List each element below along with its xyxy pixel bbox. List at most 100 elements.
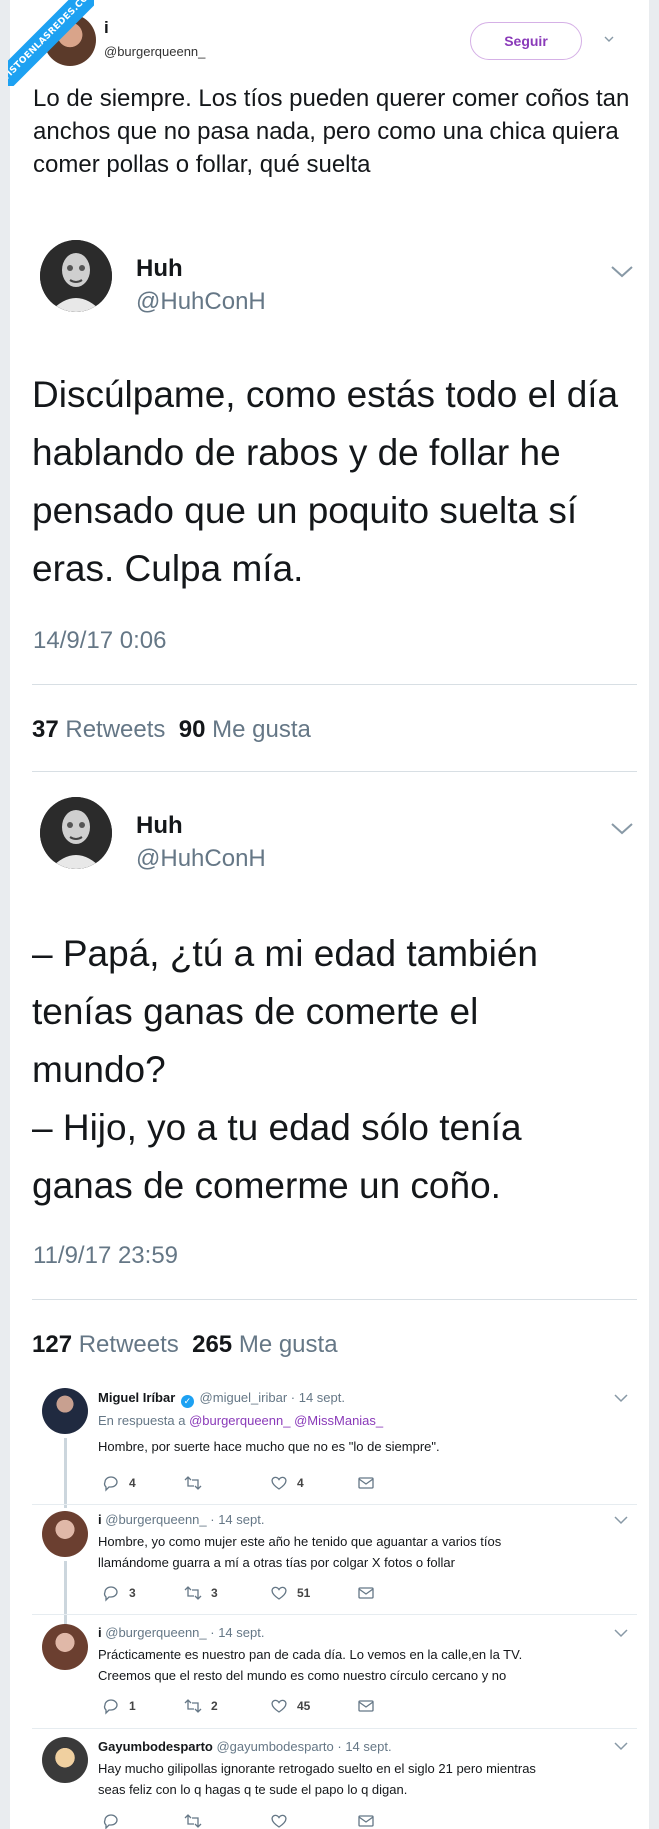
retweet-button[interactable]: 3 [184,1584,218,1602]
heart-icon [271,1699,287,1713]
portrait-icon [40,797,112,869]
reply-count: 4 [129,1476,136,1490]
tweet-date[interactable]: 14 sept. [299,1390,345,1405]
author-handle[interactable]: @miguel_iribar [200,1390,288,1405]
divider [32,684,637,685]
reply-text-line: Prácticamente es nuestro pan de cada día… [98,1647,523,1662]
reply-to: En respuesta a @burgerqueenn_ @MissMania… [98,1413,383,1428]
dm-button[interactable] [357,1812,375,1829]
author-handle[interactable]: @HuhConH [136,288,266,316]
reply-text: Hombre, yo como mujer este año he tenido… [98,1531,578,1573]
watermark-logo: VISTOENLASREDES.COM [8,0,94,86]
author-handle[interactable]: @burgerqueenn_ [105,1512,206,1527]
dm-button[interactable] [357,1697,375,1715]
tweet-date[interactable]: 14 sept. [218,1512,264,1527]
tweet-text: Lo de siempre. Los tíos pueden querer co… [33,85,630,178]
like-count: 45 [297,1699,311,1713]
retweet-label[interactable]: Retweets [65,716,165,743]
avatar[interactable] [40,797,112,869]
divider [32,1614,637,1615]
author-name[interactable]: i [104,18,109,38]
chevron-down-icon[interactable] [614,1629,628,1638]
thread-line [64,1438,67,1508]
avatar[interactable] [42,1624,88,1670]
chevron-down-icon[interactable] [614,1516,628,1525]
reply-text-line: Hombre, yo como mujer este año he tenido… [98,1534,502,1549]
reply-button[interactable]: 4 [102,1474,136,1492]
envelope-icon [358,1587,374,1599]
author-handle[interactable]: @burgerqueenn_ [105,1625,206,1640]
author-handle[interactable]: @gayumbodesparto [216,1739,333,1754]
tweet-date[interactable]: 14 sept. [218,1625,264,1640]
chevron-down-icon[interactable] [614,1742,628,1751]
divider [32,1728,637,1729]
retweet-count[interactable]: 127 [32,1331,72,1358]
tweet-stats: 37 Retweets 90 Me gusta [32,716,311,744]
divider [32,1504,637,1505]
author-handle[interactable]: @burgerqueenn_ [104,44,205,59]
avatar[interactable] [42,1388,88,1434]
author-name[interactable]: Huh [136,255,183,283]
chevron-down-icon[interactable] [604,34,614,44]
reply-count: 3 [129,1586,136,1600]
reply-button[interactable]: 3 [102,1584,136,1602]
mention-link[interactable]: @burgerqueenn_ [189,1413,290,1428]
reply-count: 1 [129,1699,136,1713]
author-name[interactable]: Gayumbodesparto [98,1739,213,1754]
retweet-count[interactable]: 37 [32,716,59,743]
envelope-icon [358,1477,374,1489]
like-button[interactable]: 4 [270,1474,304,1492]
reply-header: Miguel Iríbar ✓ @miguel_iribar · 14 sept… [98,1390,345,1408]
like-count: 51 [297,1586,311,1600]
reply-header: i @burgerqueenn_ · 14 sept. [98,1625,265,1640]
author-name[interactable]: Huh [136,812,183,840]
dm-button[interactable] [357,1474,375,1492]
like-button[interactable]: 45 [270,1697,310,1715]
author-name[interactable]: i [98,1512,102,1527]
like-label[interactable]: Me gusta [239,1331,338,1358]
like-count: 4 [297,1476,304,1490]
avatar[interactable] [42,1737,88,1783]
tweet-stats: 127 Retweets 265 Me gusta [32,1331,338,1359]
like-button[interactable]: 51 [270,1584,310,1602]
avatar[interactable] [42,1511,88,1557]
tweet-timestamp[interactable]: 11/9/17 23:59 [33,1242,178,1270]
chevron-down-icon[interactable] [614,1394,628,1403]
like-count[interactable]: 90 [179,716,206,743]
tweet-thread-page: VISTOENLASREDES.COM i @burgerqueenn_ Seg… [8,0,649,1829]
reply-text-line: llamándome guarra a mí a otras tías por … [98,1555,455,1570]
tweet-timestamp[interactable]: 14/9/17 0:06 [33,627,166,655]
reply-text-line: Hombre, por suerte hace mucho que no es … [98,1439,440,1454]
divider [32,771,637,772]
reply-button[interactable] [102,1812,120,1829]
retweet-button[interactable] [184,1474,211,1492]
reply-header: i @burgerqueenn_ · 14 sept. [98,1512,265,1527]
verified-icon: ✓ [180,1395,194,1408]
retweet-label[interactable]: Retweets [79,1331,179,1358]
chevron-down-icon[interactable] [610,822,634,836]
retweet-button[interactable]: 2 [184,1697,218,1715]
tweet-text-line: – Hijo, yo a tu edad sólo tenía [32,1107,522,1148]
tweet-date[interactable]: 14 sept. [345,1739,391,1754]
chevron-down-icon[interactable] [610,265,634,279]
reply-text-line: seas feliz con lo q hagas q te sude el p… [98,1782,408,1797]
retweet-button[interactable] [184,1812,202,1829]
heart-icon [271,1814,287,1828]
author-handle[interactable]: @HuhConH [136,845,266,873]
dm-button[interactable] [357,1584,375,1602]
mention-link[interactable]: @MissManias_ [294,1413,383,1428]
heart-icon [271,1476,287,1490]
like-button[interactable] [270,1812,288,1829]
avatar[interactable] [40,240,112,312]
follow-button[interactable]: Seguir [470,22,582,60]
tweet-text-line: tenías ganas de comerte el [32,991,479,1032]
envelope-icon [358,1815,374,1827]
reply-text-line: Creemos que el resto del mundo es como n… [98,1668,507,1683]
author-name[interactable]: Miguel Iríbar [98,1390,175,1405]
reply-icon [103,1586,118,1602]
like-label[interactable]: Me gusta [212,716,311,743]
reply-button[interactable]: 1 [102,1697,136,1715]
author-name[interactable]: i [98,1625,102,1640]
reply-icon [103,1699,118,1715]
like-count[interactable]: 265 [192,1331,232,1358]
